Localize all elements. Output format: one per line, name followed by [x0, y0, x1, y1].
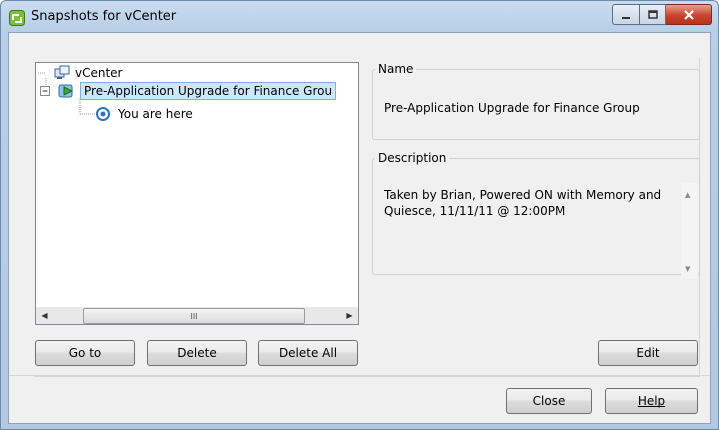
snapshot-tree[interactable]: vCenter Pre-Application Upgrade for Fina…	[35, 62, 359, 308]
close-icon	[683, 9, 694, 20]
maximize-icon	[647, 9, 658, 19]
help-button[interactable]: Help	[605, 388, 698, 414]
tree-item-vcenter[interactable]: vCenter	[54, 64, 123, 82]
dialog-window: Snapshots for vCenter vCenter Pre-Applic…	[0, 0, 719, 430]
edit-button[interactable]: Edit	[598, 340, 698, 366]
vcenter-icon	[54, 65, 70, 81]
name-group: Name Pre-Application Upgrade for Finance…	[372, 62, 700, 140]
description-vertical-scrollbar[interactable]: ▲ ▼	[681, 183, 698, 279]
tree-item-you-are-here[interactable]: You are here	[96, 105, 193, 123]
tree-item-label: vCenter	[75, 66, 123, 80]
snapshot-name-value: Pre-Application Upgrade for Finance Grou…	[384, 101, 640, 115]
help-label: Help	[637, 394, 666, 408]
delete-button[interactable]: Delete	[147, 340, 247, 366]
delete-all-label: Delete All	[278, 346, 338, 360]
scroll-right-arrow-icon[interactable]: ▶	[341, 307, 358, 324]
scroll-up-arrow-icon[interactable]: ▲	[685, 191, 690, 199]
description-legend: Description	[378, 151, 447, 165]
scroll-down-arrow-icon[interactable]: ▼	[685, 265, 690, 273]
scroll-left-arrow-icon[interactable]: ◀	[36, 307, 53, 324]
current-position-icon	[96, 107, 110, 121]
go-to-button[interactable]: Go to	[35, 340, 135, 366]
maximize-button[interactable]	[640, 4, 666, 25]
title-bar[interactable]: Snapshots for vCenter	[1, 1, 718, 33]
snapshot-manager-icon	[9, 10, 25, 26]
collapse-toggle-icon[interactable]	[40, 85, 51, 97]
window-title: Snapshots for vCenter	[31, 9, 177, 24]
footer-separator	[9, 375, 710, 376]
snapshot-description-value: Taken by Brian, Powered ON with Memory a…	[384, 188, 662, 218]
snapshot-icon	[58, 82, 76, 100]
dialog-client-area: vCenter Pre-Application Upgrade for Fina…	[8, 32, 711, 424]
tree-item-label: You are here	[118, 107, 193, 121]
minimize-icon	[622, 16, 630, 19]
close-label: Close	[532, 394, 566, 408]
delete-all-button[interactable]: Delete All	[258, 340, 358, 366]
description-group: Description Taken by Brian, Powered ON w…	[372, 151, 700, 279]
edit-label: Edit	[636, 346, 660, 360]
go-to-label: Go to	[68, 346, 102, 360]
delete-label: Delete	[177, 346, 217, 360]
tree-horizontal-scrollbar[interactable]: ◀ III ▶	[35, 307, 359, 325]
scrollbar-grip-icon: III	[190, 311, 198, 321]
scrollbar-thumb[interactable]: III	[83, 308, 305, 324]
close-window-button[interactable]	[666, 4, 712, 25]
name-legend: Name	[378, 62, 414, 76]
tree-item-label: Pre-Application Upgrade for Finance Grou	[80, 82, 337, 100]
minimize-button[interactable]	[612, 4, 640, 25]
tree-item-snapshot[interactable]: Pre-Application Upgrade for Finance Grou	[40, 82, 337, 100]
close-button[interactable]: Close	[506, 388, 592, 414]
